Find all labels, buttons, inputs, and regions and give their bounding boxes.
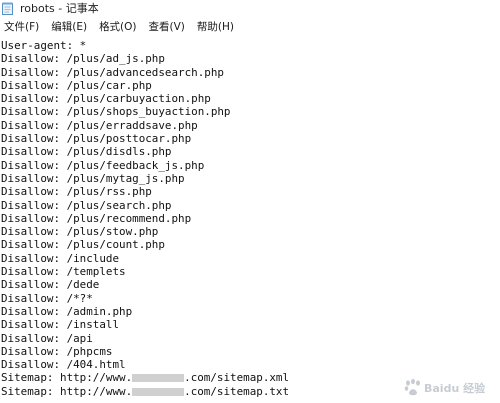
text-line: Disallow: /phpcms xyxy=(1,344,113,358)
text-line: Disallow: /plus/carbuyaction.php xyxy=(1,92,211,106)
text-line: Disallow: /api xyxy=(1,331,93,345)
sitemap-line: Sitemap: http://www. .com/sitemap.txt xyxy=(1,385,289,398)
menu-edit[interactable]: 编辑(E) xyxy=(45,19,93,35)
sitemap-suffix: .com/sitemap.xml xyxy=(184,371,290,385)
sitemap-suffix: .com/sitemap.txt xyxy=(184,384,290,398)
text-line: Disallow: /plus/posttocar.php xyxy=(1,132,192,146)
title-bar: robots - 记事本 xyxy=(0,0,500,18)
sitemap-prefix: Sitemap: http://www. xyxy=(1,384,133,398)
sitemap-prefix: Sitemap: http://www. xyxy=(1,371,133,385)
text-line: Disallow: /plus/mytag_js.php xyxy=(1,171,185,185)
text-line: Disallow: /*?* xyxy=(1,291,93,305)
notepad-window: robots - 记事本 文件(F) 编辑(E) 格式(O) 查看(V) 帮助(… xyxy=(0,0,500,403)
text-line: Disallow: /install xyxy=(1,318,120,332)
baidu-jingyan-watermark: Baidu 经验 xyxy=(404,378,486,396)
sitemap-line: Sitemap: http://www. .com/sitemap.xml xyxy=(1,371,289,384)
svg-text:Baidu 经验: Baidu 经验 xyxy=(424,381,486,395)
text-line: Disallow: /admin.php xyxy=(1,304,133,318)
text-line: Disallow: /plus/shops_buyaction.php xyxy=(1,105,231,119)
document-lines: User-agent: * Disallow: /plus/ad_js.php … xyxy=(1,39,289,398)
text-line: Disallow: /dede xyxy=(1,278,100,292)
text-editor[interactable]: User-agent: * Disallow: /plus/ad_js.php … xyxy=(0,36,500,403)
text-line: Disallow: /plus/ad_js.php xyxy=(1,52,165,66)
notepad-icon xyxy=(2,2,13,15)
text-line: Disallow: /plus/count.php xyxy=(1,238,165,252)
menu-bar: 文件(F) 编辑(E) 格式(O) 查看(V) 帮助(H) xyxy=(0,18,500,37)
redacted-domain xyxy=(132,374,185,383)
text-line: Disallow: /plus/search.php xyxy=(1,198,172,212)
text-line: Disallow: /plus/recommend.php xyxy=(1,211,192,225)
text-line: User-agent: * xyxy=(1,39,87,52)
text-line: Disallow: /plus/feedback_js.php xyxy=(1,158,205,172)
window-title: robots - 记事本 xyxy=(20,2,99,15)
text-line: Disallow: /plus/erraddsave.php xyxy=(1,118,198,132)
menu-help[interactable]: 帮助(H) xyxy=(191,19,240,35)
text-line: Disallow: /plus/car.php xyxy=(1,78,152,92)
text-line: Disallow: /plus/advancedsearch.php xyxy=(1,65,224,79)
text-line: Disallow: /404.html xyxy=(1,358,126,372)
text-line: Disallow: /plus/rss.php xyxy=(1,185,152,199)
text-line: Disallow: /include xyxy=(1,251,120,265)
text-line: Disallow: /plus/stow.php xyxy=(1,225,159,239)
text-line: Disallow: /plus/disdls.php xyxy=(1,145,172,159)
redacted-domain xyxy=(132,387,185,396)
menu-view[interactable]: 查看(V) xyxy=(143,19,191,35)
menu-format[interactable]: 格式(O) xyxy=(93,19,142,35)
menu-file[interactable]: 文件(F) xyxy=(0,19,45,35)
text-line: Disallow: /templets xyxy=(1,265,126,279)
